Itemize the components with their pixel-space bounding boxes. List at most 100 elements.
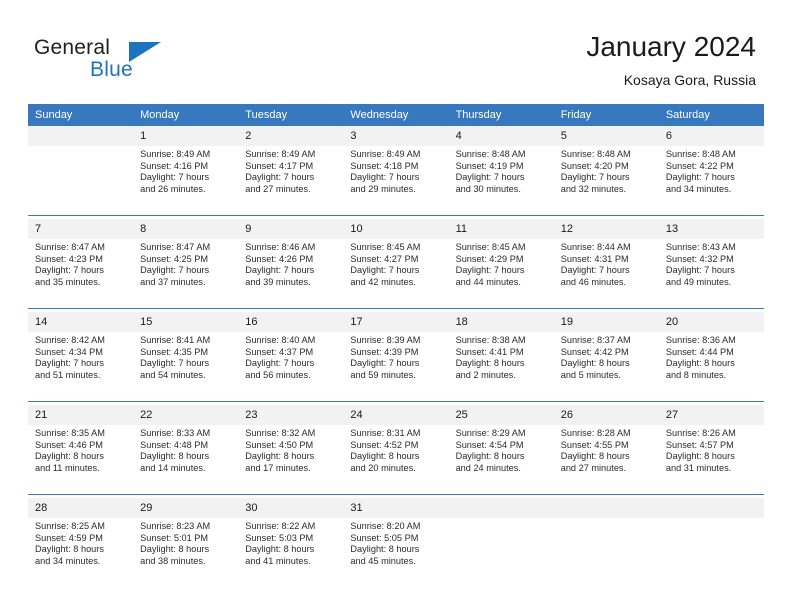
week-detail-row: Sunrise: 8:35 AM Sunset: 4:46 PM Daylight:… bbox=[28, 425, 764, 495]
sunrise-text: Sunrise: 8:48 AM bbox=[560, 149, 631, 159]
day-number-6[interactable]: 6 bbox=[658, 126, 764, 146]
day-number-25[interactable]: 25 bbox=[448, 405, 554, 425]
sunrise-text: Sunrise: 8:35 AM bbox=[35, 428, 105, 438]
daylight-text-cont: and 14 minutes. bbox=[140, 462, 206, 473]
day-number-15[interactable]: 15 bbox=[133, 312, 239, 332]
day-number-26[interactable]: 26 bbox=[553, 405, 659, 425]
day-cell-28[interactable]: Sunrise: 8:25 AM Sunset: 4:59 PM Daylight:… bbox=[28, 518, 134, 587]
day-cell-5[interactable]: Sunrise: 8:48 AM Sunset: 4:20 PM Daylight:… bbox=[553, 146, 659, 216]
day-number-29[interactable]: 29 bbox=[133, 498, 239, 518]
daylight-text: Daylight: 7 hours bbox=[455, 172, 525, 183]
sunset-text: Sunset: 4:42 PM bbox=[560, 346, 629, 357]
day-cell-17[interactable]: Sunrise: 8:39 AM Sunset: 4:39 PM Daylight:… bbox=[343, 332, 449, 402]
day-cell-25[interactable]: Sunrise: 8:29 AM Sunset: 4:54 PM Daylight:… bbox=[448, 425, 554, 495]
day-cell-15[interactable]: Sunrise: 8:41 AM Sunset: 4:35 PM Daylight:… bbox=[133, 332, 239, 402]
day-cell-31[interactable]: Sunrise: 8:20 AM Sunset: 5:05 PM Daylight:… bbox=[343, 518, 449, 587]
daylight-text: Daylight: 7 hours bbox=[140, 172, 210, 183]
day-cell-11[interactable]: Sunrise: 8:45 AM Sunset: 4:29 PM Daylight:… bbox=[448, 239, 554, 309]
day-number-2[interactable]: 2 bbox=[238, 126, 344, 146]
day-number-3[interactable]: 3 bbox=[343, 126, 449, 146]
day-cell-12[interactable]: Sunrise: 8:44 AM Sunset: 4:31 PM Daylight:… bbox=[553, 239, 659, 309]
sunset-text: Sunset: 4:39 PM bbox=[350, 346, 419, 357]
day-number-5[interactable]: 5 bbox=[553, 126, 659, 146]
sunrise-text: Sunrise: 8:46 AM bbox=[245, 242, 316, 252]
day-cell-6[interactable]: Sunrise: 8:48 AM Sunset: 4:22 PM Daylight:… bbox=[658, 146, 764, 216]
weekday-header-sunday: Sunday bbox=[28, 104, 134, 126]
week-detail-row: Sunrise: 8:25 AM Sunset: 4:59 PM Daylight:… bbox=[28, 518, 764, 587]
logo-text-general: General bbox=[34, 36, 111, 59]
day-cell-13[interactable]: Sunrise: 8:43 AM Sunset: 4:32 PM Daylight:… bbox=[658, 239, 764, 309]
sunrise-text: Sunrise: 8:22 AM bbox=[245, 521, 316, 531]
day-number-17[interactable]: 17 bbox=[343, 312, 449, 332]
day-cell-29[interactable]: Sunrise: 8:23 AM Sunset: 5:01 PM Daylight:… bbox=[133, 518, 239, 587]
day-number-27[interactable]: 27 bbox=[658, 405, 764, 425]
week-detail-row: Sunrise: 8:47 AM Sunset: 4:23 PM Daylight:… bbox=[28, 239, 764, 309]
sunset-text: Sunset: 4:32 PM bbox=[665, 253, 734, 264]
day-cell-23[interactable]: Sunrise: 8:32 AM Sunset: 4:50 PM Daylight:… bbox=[238, 425, 344, 495]
sunset-text: Sunset: 4:19 PM bbox=[455, 160, 524, 171]
general-blue-logo[interactable]: General Blue bbox=[34, 36, 244, 86]
day-number-14[interactable]: 14 bbox=[28, 312, 134, 332]
sunset-text: Sunset: 4:55 PM bbox=[560, 439, 629, 450]
sunrise-text: Sunrise: 8:37 AM bbox=[560, 335, 631, 345]
day-number-13[interactable]: 13 bbox=[658, 219, 764, 239]
sunrise-text: Sunrise: 8:49 AM bbox=[350, 149, 421, 159]
day-cell-4[interactable]: Sunrise: 8:48 AM Sunset: 4:19 PM Daylight:… bbox=[448, 146, 554, 216]
day-cell-1[interactable]: Sunrise: 8:49 AM Sunset: 4:16 PM Daylight:… bbox=[133, 146, 239, 216]
sunrise-text: Sunrise: 8:48 AM bbox=[455, 149, 526, 159]
day-cell-19[interactable]: Sunrise: 8:37 AM Sunset: 4:42 PM Daylight:… bbox=[553, 332, 659, 402]
day-number-23[interactable]: 23 bbox=[238, 405, 344, 425]
day-cell-30[interactable]: Sunrise: 8:22 AM Sunset: 5:03 PM Daylight:… bbox=[238, 518, 344, 587]
calendar-body: 1 2 3 4 5 6 Sunrise: 8:49 AM Sunset: 4:16 PM Day… bbox=[28, 126, 764, 587]
daylight-text: Daylight: 8 hours bbox=[245, 451, 315, 462]
day-cell-22[interactable]: Sunrise: 8:33 AM Sunset: 4:48 PM Daylight:… bbox=[133, 425, 239, 495]
day-cell-27[interactable]: Sunrise: 8:26 AM Sunset: 4:57 PM Daylight:… bbox=[658, 425, 764, 495]
day-cell-7[interactable]: Sunrise: 8:47 AM Sunset: 4:23 PM Daylight:… bbox=[28, 239, 134, 309]
day-cell-3[interactable]: Sunrise: 8:49 AM Sunset: 4:18 PM Daylight:… bbox=[343, 146, 449, 216]
day-number-20[interactable]: 20 bbox=[658, 312, 764, 332]
sunrise-text: Sunrise: 8:38 AM bbox=[455, 335, 526, 345]
day-number-11[interactable]: 11 bbox=[448, 219, 554, 239]
day-number-12[interactable]: 12 bbox=[553, 219, 659, 239]
day-number-1[interactable]: 1 bbox=[133, 126, 239, 146]
sunset-text: Sunset: 4:57 PM bbox=[665, 439, 734, 450]
day-number-4[interactable]: 4 bbox=[448, 126, 554, 146]
day-number-8[interactable]: 8 bbox=[133, 219, 239, 239]
weekday-header-monday: Monday bbox=[133, 104, 239, 126]
day-number-31[interactable]: 31 bbox=[343, 498, 449, 518]
day-number-28[interactable]: 28 bbox=[28, 498, 134, 518]
day-number-16[interactable]: 16 bbox=[238, 312, 344, 332]
day-number-19[interactable]: 19 bbox=[553, 312, 659, 332]
daylight-text: Daylight: 8 hours bbox=[455, 451, 525, 462]
day-number-7[interactable]: 7 bbox=[28, 219, 134, 239]
daylight-text-cont: and 2 minutes. bbox=[455, 369, 516, 380]
sunset-text: Sunset: 5:01 PM bbox=[140, 532, 209, 543]
day-cell-18[interactable]: Sunrise: 8:38 AM Sunset: 4:41 PM Daylight:… bbox=[448, 332, 554, 402]
day-cell-24[interactable]: Sunrise: 8:31 AM Sunset: 4:52 PM Daylight:… bbox=[343, 425, 449, 495]
day-cell-8[interactable]: Sunrise: 8:47 AM Sunset: 4:25 PM Daylight:… bbox=[133, 239, 239, 309]
day-number-9[interactable]: 9 bbox=[238, 219, 344, 239]
daylight-text-cont: and 37 minutes. bbox=[140, 276, 206, 287]
sunset-text: Sunset: 4:44 PM bbox=[665, 346, 734, 357]
day-number-30[interactable]: 30 bbox=[238, 498, 344, 518]
day-cell-10[interactable]: Sunrise: 8:45 AM Sunset: 4:27 PM Daylight:… bbox=[343, 239, 449, 309]
day-number-22[interactable]: 22 bbox=[133, 405, 239, 425]
sunset-text: Sunset: 5:05 PM bbox=[350, 532, 419, 543]
day-number-10[interactable]: 10 bbox=[343, 219, 449, 239]
day-cell-20[interactable]: Sunrise: 8:36 AM Sunset: 4:44 PM Daylight:… bbox=[658, 332, 764, 402]
day-number-21[interactable]: 21 bbox=[28, 405, 134, 425]
day-cell-9[interactable]: Sunrise: 8:46 AM Sunset: 4:26 PM Daylight:… bbox=[238, 239, 344, 309]
daylight-text-cont: and 54 minutes. bbox=[140, 369, 206, 380]
day-cell-14[interactable]: Sunrise: 8:42 AM Sunset: 4:34 PM Daylight:… bbox=[28, 332, 134, 402]
day-cell-16[interactable]: Sunrise: 8:40 AM Sunset: 4:37 PM Daylight:… bbox=[238, 332, 344, 402]
daylight-text-cont: and 24 minutes. bbox=[455, 462, 521, 473]
sunset-text: Sunset: 4:48 PM bbox=[140, 439, 209, 450]
daylight-text: Daylight: 8 hours bbox=[560, 358, 630, 369]
day-number-18[interactable]: 18 bbox=[448, 312, 554, 332]
daylight-text: Daylight: 8 hours bbox=[350, 451, 420, 462]
day-cell-21[interactable]: Sunrise: 8:35 AM Sunset: 4:46 PM Daylight:… bbox=[28, 425, 134, 495]
day-cell-2[interactable]: Sunrise: 8:49 AM Sunset: 4:17 PM Daylight:… bbox=[238, 146, 344, 216]
day-number-24[interactable]: 24 bbox=[343, 405, 449, 425]
day-number-empty bbox=[553, 498, 659, 518]
day-cell-26[interactable]: Sunrise: 8:28 AM Sunset: 4:55 PM Daylight:… bbox=[553, 425, 659, 495]
